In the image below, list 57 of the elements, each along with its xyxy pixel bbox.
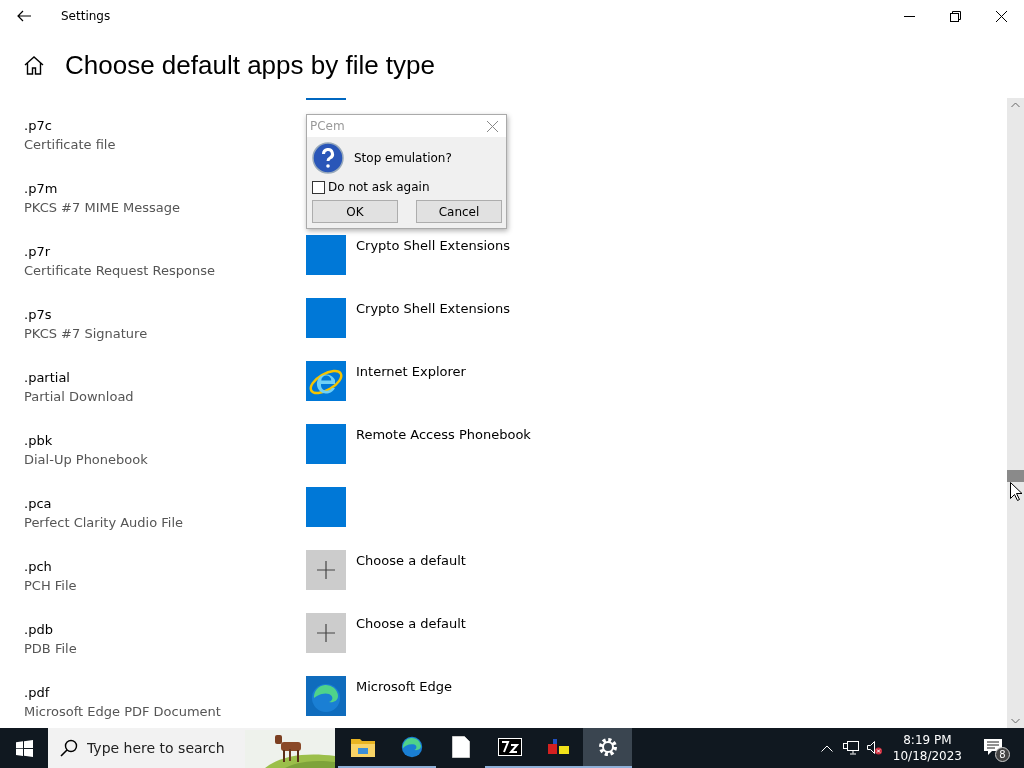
dialog-title: PCem [310,119,345,133]
file-extension: .pch [24,558,53,576]
file-extension: .pbk [24,432,54,450]
file-description: Partial Download [24,388,135,406]
app-tile-icon [306,235,346,275]
home-icon[interactable] [24,55,44,75]
app-button[interactable]: Crypto Shell Extensions [306,233,510,275]
search-input[interactable]: Type here to search [87,740,232,756]
scrollbar[interactable] [1007,98,1024,728]
app-button[interactable]: Remote Access Phonebook [306,422,531,464]
dialog-button[interactable]: Cancel [416,200,502,223]
clock-date[interactable]: 10/18/2023 [892,748,962,764]
file-extension: .pdb [24,621,54,639]
notification-icon[interactable] [984,739,1004,757]
browser-e-icon [306,361,346,401]
app-button[interactable]: Choose a default [306,611,466,653]
file-description: Perfect Clarity Audio File [24,514,185,532]
checkbox[interactable] [312,180,325,194]
search-field[interactable]: Type here to search [48,728,335,768]
file-description: Certificate Request Response [24,262,217,280]
app-button[interactable]: Choose a default [306,548,466,590]
file-extension: .p7r [24,243,51,261]
scroll-thumb[interactable] [1007,470,1024,482]
app-button[interactable]: Internet Explorer [306,359,466,401]
file-description: PKCS #7 MIME Message [24,199,181,217]
loading-indicator [306,98,346,100]
app-tile-icon [306,487,346,527]
file-extension: .pca [24,495,53,513]
dialog-button[interactable]: OK [312,200,398,223]
app-tile-icon [306,298,346,338]
file-description: Dial-Up Phonebook [24,451,149,469]
file-description: PCH File [24,577,78,595]
edge-icon [306,676,346,716]
file-description: Certificate file [24,136,117,154]
page-heading: Choose default apps by file type [65,49,436,81]
file-extension: .pdf [24,684,51,702]
file-description: Microsoft Edge PDF Document [24,703,222,721]
settings-icon[interactable] [583,728,632,768]
back-icon[interactable] [17,10,31,22]
file-extension: .p7m [24,180,59,198]
checkbox-label: Do not ask again [328,180,430,194]
search-icon [60,739,78,757]
question-icon [312,142,344,174]
app-tile-icon [306,424,346,464]
app-button[interactable]: Crypto Shell Extensions [306,296,510,338]
window-title: Settings [61,9,111,23]
app-button[interactable]: Microsoft Edge [306,674,452,716]
file-extension: .p7s [24,306,53,324]
clock-time[interactable]: 8:19 PM [903,732,952,748]
mouse-cursor-icon [1010,482,1022,501]
file-extension: .p7c [24,117,53,135]
file-description: PDB File [24,640,78,658]
file-extension: .partial [24,369,71,387]
plus-icon [306,613,346,653]
plus-icon [306,550,346,590]
dialog-message: Stop emulation? [354,151,452,165]
file-description: PKCS #7 Signature [24,325,149,343]
